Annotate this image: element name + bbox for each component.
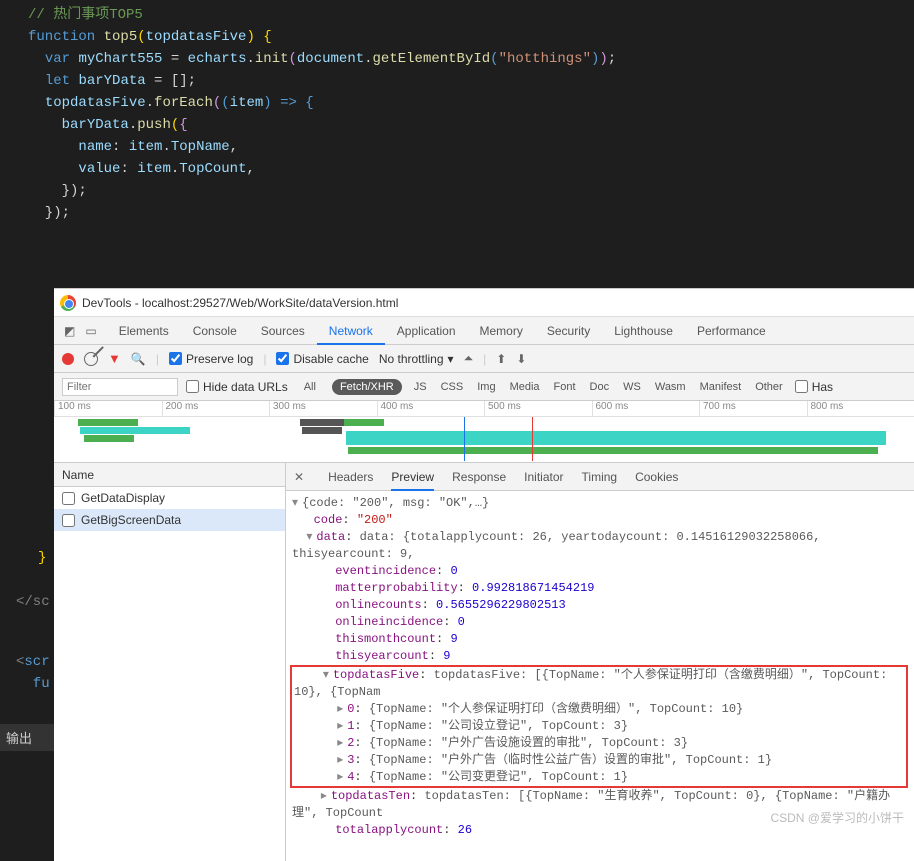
tab-sources[interactable]: Sources — [249, 317, 317, 345]
device-toggle-icon[interactable]: ▭ — [85, 324, 96, 338]
code-editor: // 热门事项TOP5 function top5(topdatasFive) … — [0, 0, 914, 228]
ruler-tick: 300 ms — [269, 401, 377, 416]
ruler-tick: 200 ms — [162, 401, 270, 416]
filter-doc[interactable]: Doc — [586, 381, 614, 393]
wifi-icon[interactable]: ⏶ — [464, 351, 474, 366]
left-gutter: } </sc <scr fu — [0, 492, 54, 832]
chrome-icon — [60, 295, 76, 311]
detail-tabs: ✕ Headers Preview Response Initiator Timing C… — [286, 463, 914, 491]
ruler-tick: 400 ms — [377, 401, 485, 416]
network-timeline[interactable]: 100 ms200 ms300 ms400 ms500 ms600 ms700 … — [54, 401, 914, 463]
preview-body[interactable]: ▾{code: "200", msg: "OK",…} code: "200" … — [286, 491, 914, 861]
close-detail-icon[interactable]: ✕ — [294, 470, 310, 484]
filter-manifest[interactable]: Manifest — [696, 381, 746, 393]
ruler-tick: 500 ms — [484, 401, 592, 416]
request-checkbox[interactable] — [62, 492, 75, 505]
download-icon[interactable]: ⬇ — [516, 352, 526, 366]
filter-ws[interactable]: WS — [619, 381, 645, 393]
filter-wasm[interactable]: Wasm — [651, 381, 690, 393]
request-checkbox[interactable] — [62, 514, 75, 527]
watermark: CSDN @爱学习的小饼干 — [770, 809, 904, 826]
filter-icon[interactable]: ▼ — [108, 351, 121, 366]
preview-row: matterprobability: 0.992818671454219 — [292, 580, 908, 597]
tab-lighthouse[interactable]: Lighthouse — [602, 317, 685, 345]
detail-tab-preview[interactable]: Preview — [391, 463, 434, 491]
request-detail: ✕ Headers Preview Response Initiator Timing C… — [286, 463, 914, 861]
devtools-panel: DevTools - localhost:29527/Web/WorkSite/… — [54, 288, 914, 832]
preview-row: thismonthcount: 9 — [292, 631, 908, 648]
tab-security[interactable]: Security — [535, 317, 602, 345]
timeline-bars — [54, 417, 914, 461]
devtools-main: Name GetDataDisplayGetBigScreenData ✕ He… — [54, 463, 914, 861]
devtools-titlebar: DevTools - localhost:29527/Web/WorkSite/… — [54, 289, 914, 317]
filter-input[interactable] — [62, 378, 178, 396]
request-row[interactable]: GetBigScreenData — [54, 509, 285, 531]
network-filterbar: Hide data URLs All Fetch/XHR JS CSS Img Med… — [54, 373, 914, 401]
tab-elements[interactable]: Elements — [107, 317, 181, 345]
network-toolbar: ▼ 🔍 | Preserve log | Disable cache No th… — [54, 345, 914, 373]
filter-css[interactable]: CSS — [437, 381, 468, 393]
ruler-tick: 700 ms — [699, 401, 807, 416]
tab-console[interactable]: Console — [181, 317, 249, 345]
has-checkbox[interactable]: Has — [795, 380, 833, 394]
tab-network[interactable]: Network — [317, 317, 385, 345]
detail-tab-headers[interactable]: Headers — [328, 463, 373, 491]
record-button[interactable] — [62, 353, 74, 365]
tab-memory[interactable]: Memory — [468, 317, 535, 345]
detail-tab-timing[interactable]: Timing — [582, 463, 618, 491]
highlight-box: ▾topdatasFive: topdatasFive: [{TopName: … — [290, 665, 908, 788]
request-list: Name GetDataDisplayGetBigScreenData — [54, 463, 286, 861]
filter-font[interactable]: Font — [550, 381, 580, 393]
detail-tab-cookies[interactable]: Cookies — [635, 463, 678, 491]
inspect-icon[interactable]: ◩ — [64, 324, 75, 338]
topdatasfive-item[interactable]: ▸1: {TopName: "公司设立登记", TopCount: 3} — [294, 718, 904, 735]
topdatasfive-item[interactable]: ▸2: {TopName: "户外广告设施设置的审批", TopCount: 3… — [294, 735, 904, 752]
reqlist-header[interactable]: Name — [54, 463, 285, 487]
detail-tab-initiator[interactable]: Initiator — [524, 463, 563, 491]
request-row[interactable]: GetDataDisplay — [54, 487, 285, 509]
filter-js[interactable]: JS — [410, 381, 431, 393]
devtools-title: DevTools - localhost:29527/Web/WorkSite/… — [82, 296, 398, 310]
filter-pill-fetchxhr[interactable]: Fetch/XHR — [332, 379, 402, 395]
throttling-select[interactable]: No throttling ▾ — [379, 352, 454, 366]
upload-icon[interactable]: ⬆ — [496, 352, 506, 366]
preview-row: onlinecounts: 0.5655296229802513 — [292, 597, 908, 614]
ruler-tick: 800 ms — [807, 401, 914, 416]
filter-other[interactable]: Other — [751, 381, 787, 393]
preview-row: thisyearcount: 9 — [292, 648, 908, 665]
filter-media[interactable]: Media — [506, 381, 544, 393]
filter-img[interactable]: Img — [473, 381, 499, 393]
tab-performance[interactable]: Performance — [685, 317, 778, 345]
topdatasfive-item[interactable]: ▸0: {TopName: "个人参保证明打印（含缴费明细）", TopCoun… — [294, 701, 904, 718]
output-label: 输出 — [0, 724, 54, 751]
disable-cache-checkbox[interactable]: Disable cache — [276, 352, 368, 366]
filter-pill-all[interactable]: All — [296, 379, 324, 395]
clear-button[interactable] — [84, 352, 98, 366]
detail-tab-response[interactable]: Response — [452, 463, 506, 491]
search-icon[interactable]: 🔍 — [131, 352, 146, 366]
ruler-tick: 100 ms — [54, 401, 162, 416]
topdatasfive-item[interactable]: ▸3: {TopName: "户外广告（临时性公益广告）设置的审批", TopC… — [294, 752, 904, 769]
devtools-tabs: ◩ ▭ ElementsConsoleSourcesNetworkApplica… — [54, 317, 914, 345]
ruler-tick: 600 ms — [592, 401, 700, 416]
tab-application[interactable]: Application — [385, 317, 468, 345]
preview-row: eventincidence: 0 — [292, 563, 908, 580]
hide-data-urls-checkbox[interactable]: Hide data URLs — [186, 380, 288, 394]
topdatasfive-item[interactable]: ▸4: {TopName: "公司变更登记", TopCount: 1} — [294, 769, 904, 786]
preview-row: onlineincidence: 0 — [292, 614, 908, 631]
code-comment: // 热门事项TOP5 — [28, 7, 143, 23]
preserve-log-checkbox[interactable]: Preserve log — [169, 352, 253, 366]
